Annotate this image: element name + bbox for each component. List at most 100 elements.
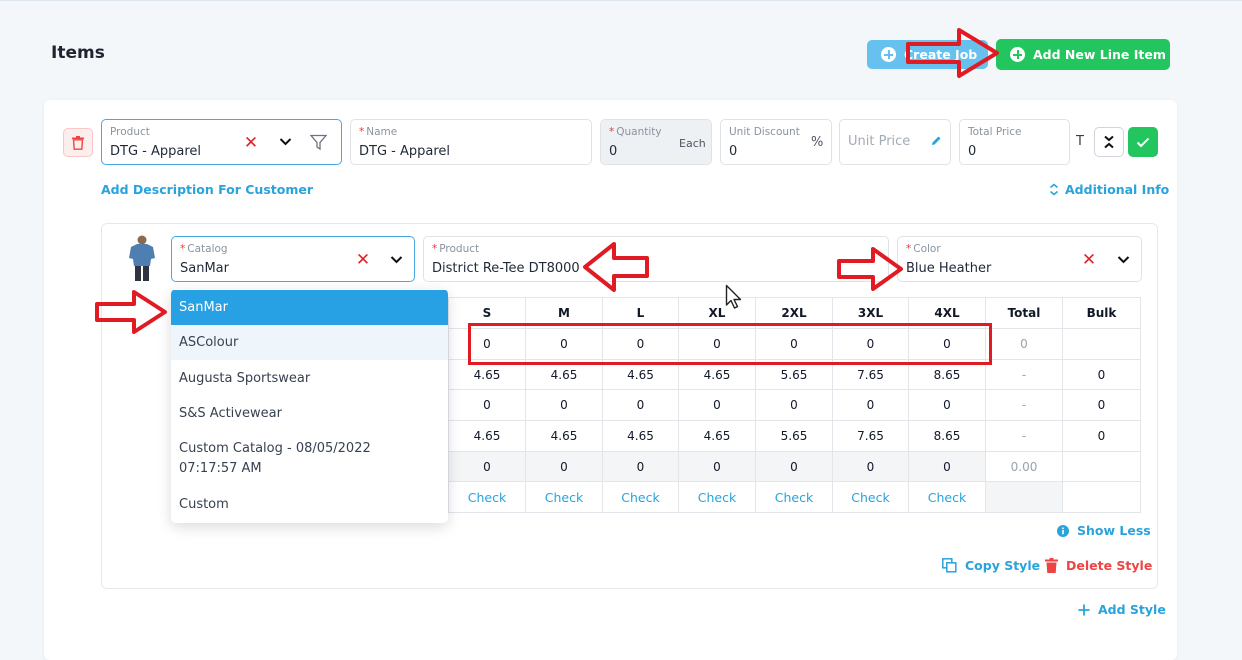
price-cell[interactable]: 4.65 bbox=[678, 420, 756, 452]
price-cell[interactable]: 5.65 bbox=[755, 420, 833, 452]
copy-style-label: Copy Style bbox=[965, 558, 1041, 573]
trash-icon bbox=[72, 135, 84, 150]
grid-cell[interactable]: 0 bbox=[448, 389, 526, 422]
grid-cell: 0 bbox=[525, 450, 603, 483]
trash-icon bbox=[1045, 558, 1058, 573]
add-style-link[interactable]: Add Style bbox=[1078, 602, 1166, 617]
check-row: Check Check Check Check Check Check Chec… bbox=[448, 481, 1141, 514]
qty-total-cell: 0 bbox=[985, 328, 1063, 360]
line-product-field[interactable]: Product DTG - Apparel bbox=[101, 119, 342, 165]
info-icon bbox=[1057, 524, 1069, 537]
pencil-icon[interactable] bbox=[930, 135, 942, 147]
filter-icon[interactable] bbox=[310, 134, 327, 151]
qty-bulk-cell bbox=[1062, 328, 1141, 360]
check-link[interactable]: Check bbox=[678, 481, 756, 514]
total-price-label: Total Price bbox=[968, 126, 1022, 138]
chevron-down-icon[interactable] bbox=[1117, 255, 1130, 265]
plus-circle-icon bbox=[881, 47, 896, 62]
color-value: Blue Heather bbox=[906, 261, 992, 276]
grid-cell[interactable]: 0 bbox=[908, 389, 986, 422]
quantity-unit: Each bbox=[679, 137, 706, 150]
page-title: Items bbox=[51, 43, 105, 63]
check-link[interactable]: Check bbox=[755, 481, 833, 514]
price-cell[interactable]: 4.65 bbox=[525, 420, 603, 452]
collapse-toggle-button[interactable] bbox=[1094, 127, 1124, 157]
catalog-option-ss-activewear[interactable]: S&S Activewear bbox=[171, 396, 448, 431]
price-cell[interactable]: 7.65 bbox=[832, 420, 909, 452]
grid-cell: 0 bbox=[908, 450, 986, 483]
line-name-label: Name bbox=[366, 126, 398, 138]
table-row: 4.65 4.65 4.65 4.65 5.65 7.65 8.65 - 0 bbox=[448, 420, 1141, 452]
grid-cell[interactable]: 0 bbox=[602, 389, 679, 422]
clear-catalog-icon[interactable]: ✕ bbox=[356, 251, 370, 268]
grand-total-cell: 0.00 bbox=[985, 450, 1063, 483]
show-less-link[interactable]: Show Less bbox=[1057, 523, 1151, 538]
line-product-value: DTG - Apparel bbox=[110, 144, 202, 159]
product-thumbnail bbox=[129, 235, 155, 281]
bulk-cell bbox=[1062, 450, 1141, 483]
clear-color-icon[interactable]: ✕ bbox=[1082, 251, 1096, 268]
mouse-cursor-icon bbox=[725, 284, 742, 309]
delete-style-link[interactable]: Delete Style bbox=[1045, 558, 1152, 573]
catalog-option-augusta[interactable]: Augusta Sportswear bbox=[171, 361, 448, 396]
confirm-button[interactable] bbox=[1128, 127, 1158, 157]
percent-suffix: % bbox=[811, 135, 824, 150]
catalog-option-ascolour[interactable]: ASColour bbox=[171, 325, 448, 360]
chevron-down-icon[interactable] bbox=[390, 255, 403, 265]
check-link[interactable]: Check bbox=[525, 481, 603, 514]
total-price-field: Total Price 0 bbox=[959, 119, 1070, 165]
delete-line-item-button[interactable] bbox=[63, 128, 93, 157]
additional-info-link[interactable]: Additional Info bbox=[1049, 182, 1169, 197]
chevron-down-icon[interactable] bbox=[279, 137, 292, 147]
quantity-field: * Quantity 0 Each bbox=[600, 119, 712, 165]
style-product-value: District Re-Tee DT8000 bbox=[432, 261, 580, 276]
t-label: T bbox=[1076, 134, 1084, 149]
add-style-label: Add Style bbox=[1098, 602, 1166, 617]
color-field[interactable]: * Color Blue Heather bbox=[897, 236, 1142, 282]
annotation-arrow-right bbox=[95, 290, 167, 334]
plus-icon bbox=[1078, 604, 1090, 615]
unit-discount-field[interactable]: Unit Discount 0 % bbox=[720, 119, 832, 165]
catalog-field[interactable]: * Catalog SanMar bbox=[171, 236, 415, 282]
bulk-cell[interactable]: 0 bbox=[1062, 389, 1141, 422]
annotation-arrow-right bbox=[837, 247, 903, 291]
collapse-icon bbox=[1104, 135, 1114, 149]
bulk-cell[interactable]: 0 bbox=[1062, 420, 1141, 452]
grid-cell: 0 bbox=[678, 450, 756, 483]
check-link[interactable]: Check bbox=[448, 481, 526, 514]
grid-cell: 0 bbox=[448, 450, 526, 483]
copy-style-link[interactable]: Copy Style bbox=[942, 558, 1040, 573]
check-icon bbox=[1136, 137, 1150, 147]
annotation-arrow-right bbox=[906, 28, 999, 78]
quantity-value: 0 bbox=[609, 144, 618, 159]
price-cell[interactable]: 4.65 bbox=[602, 420, 679, 452]
add-description-link[interactable]: Add Description For Customer bbox=[101, 182, 313, 197]
line-name-field[interactable]: * Name DTG - Apparel bbox=[350, 119, 592, 165]
price-cell[interactable]: 8.65 bbox=[908, 420, 986, 452]
check-link[interactable]: Check bbox=[908, 481, 986, 514]
bulk-cell[interactable]: 0 bbox=[1062, 358, 1141, 391]
clear-product-icon[interactable]: ✕ bbox=[244, 134, 258, 151]
price-cell[interactable]: 4.65 bbox=[448, 420, 526, 452]
total-cell: - bbox=[985, 358, 1063, 391]
line-product-label: Product bbox=[110, 126, 150, 138]
empty-cell bbox=[1062, 481, 1141, 514]
grid-cell: 0 bbox=[755, 450, 833, 483]
catalog-option-sanmar[interactable]: SanMar bbox=[171, 290, 448, 325]
catalog-value: SanMar bbox=[180, 261, 229, 276]
catalog-option-custom[interactable]: Custom bbox=[171, 487, 448, 522]
expand-icon bbox=[1049, 183, 1059, 196]
check-link[interactable]: Check bbox=[832, 481, 909, 514]
catalog-option-custom-catalog[interactable]: Custom Catalog - 08/05/2022 07:17:57 AM bbox=[171, 439, 431, 479]
grid-cell: 0 bbox=[602, 450, 679, 483]
add-new-line-item-button[interactable]: Add New Line Item bbox=[996, 39, 1170, 70]
grid-cell[interactable]: 0 bbox=[678, 389, 756, 422]
grid-cell[interactable]: 0 bbox=[525, 389, 603, 422]
style-product-field[interactable]: * Product District Re-Tee DT8000 bbox=[423, 236, 889, 282]
total-price-value: 0 bbox=[968, 144, 977, 159]
grid-cell[interactable]: 0 bbox=[755, 389, 833, 422]
plus-circle-icon bbox=[1010, 47, 1025, 62]
grid-cell[interactable]: 0 bbox=[832, 389, 909, 422]
check-link[interactable]: Check bbox=[602, 481, 679, 514]
empty-cell bbox=[985, 481, 1063, 514]
